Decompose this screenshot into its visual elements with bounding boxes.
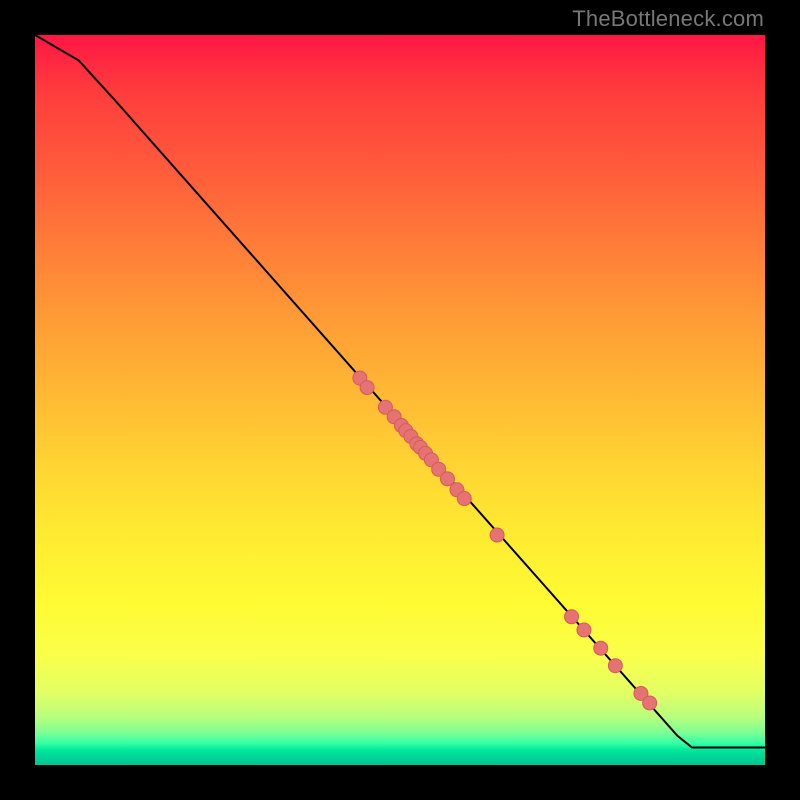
scatter-dot: [577, 623, 591, 637]
scatter-dot: [490, 528, 504, 542]
scatter-dot: [594, 641, 608, 655]
chart-svg: [35, 35, 765, 765]
scatter-dot: [457, 492, 471, 506]
watermark: TheBottleneck.com: [572, 6, 764, 32]
plot-area: [35, 35, 765, 765]
curve-path: [35, 35, 765, 747]
frame: TheBottleneck.com: [0, 0, 800, 800]
scatter-dot: [565, 610, 579, 624]
scatter-dot: [440, 472, 454, 486]
scatter-dot: [360, 381, 374, 395]
scatter-dot: [643, 696, 657, 710]
scatter-dot: [608, 659, 622, 673]
